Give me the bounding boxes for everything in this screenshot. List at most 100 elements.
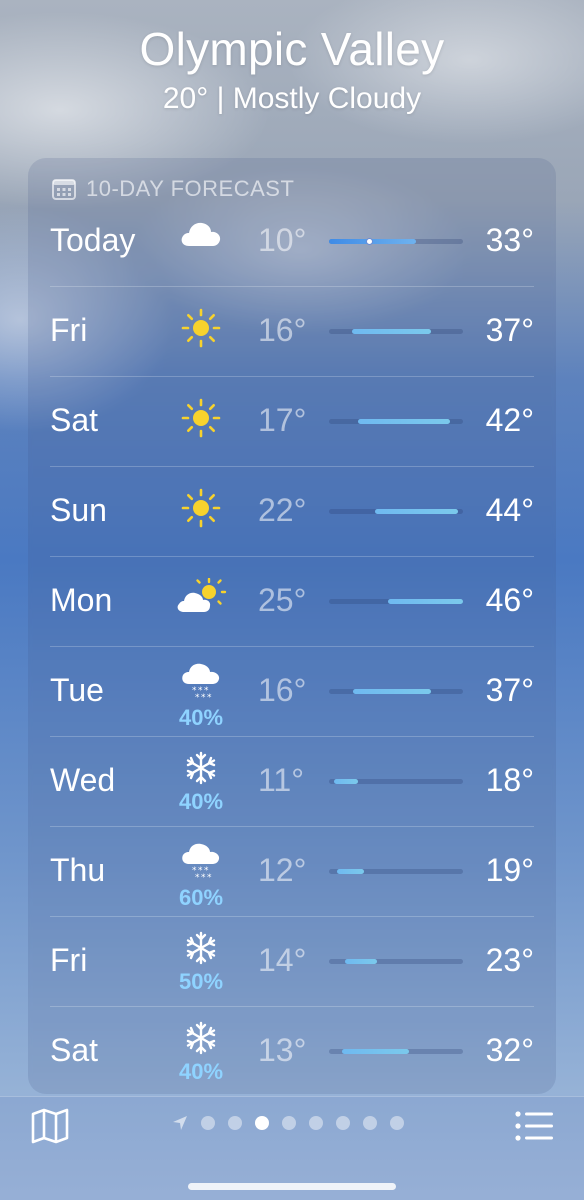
page-indicator[interactable] <box>172 1115 404 1131</box>
location-arrow-icon[interactable] <box>172 1115 188 1131</box>
temp-range-fill <box>342 1049 410 1054</box>
svg-text:*: * <box>207 693 212 702</box>
temp-range-fill <box>351 329 431 334</box>
forecast-row[interactable]: Wed 40% 11° 18° <box>28 736 556 826</box>
svg-text:*: * <box>207 873 212 882</box>
weather-icon-wrap: 40% <box>176 750 226 814</box>
low-temp: 10° <box>258 222 307 258</box>
page-dot[interactable] <box>201 1116 215 1130</box>
weather-icon-wrap <box>176 308 226 368</box>
forecast-day-label: Wed <box>50 762 116 798</box>
low-temp: 16° <box>258 672 307 708</box>
page-dot[interactable] <box>363 1116 377 1130</box>
forecast-rows: Today 10° 33° Fri 16° 37° Sat 17° 42° Sun 22° 44° Mo… <box>28 196 556 1096</box>
forecast-day-label: Fri <box>50 942 88 978</box>
temp-range-bar <box>329 1049 463 1054</box>
forecast-row[interactable]: Tue * * * * * * 40% 16° 37° <box>28 646 556 736</box>
precipitation-chance: 50% <box>178 969 224 994</box>
high-temp: 32° <box>485 1032 534 1068</box>
snow-cloud-icon: * * * * * * <box>179 660 223 707</box>
svg-text:*: * <box>195 693 200 702</box>
temp-range-bar <box>329 689 463 694</box>
sun-icon <box>181 308 221 353</box>
forecast-day-label: Mon <box>50 582 113 618</box>
forecast-day-label: Fri <box>50 312 88 348</box>
temp-range-fill <box>334 779 359 784</box>
high-temp: 33° <box>485 222 534 258</box>
forecast-day-label: Sat <box>50 402 99 438</box>
forecast-row[interactable]: Thu * * * * * * 60% 12° 19° <box>28 826 556 916</box>
forecast-day-label: Tue <box>50 672 104 708</box>
precipitation-chance: 40% <box>178 1059 224 1084</box>
sun-icon <box>181 398 221 443</box>
forecast-day-label: Today <box>50 222 136 258</box>
high-temp: 18° <box>485 762 534 798</box>
weather-icon-wrap: * * * * * * 60% <box>176 840 226 910</box>
page-dot[interactable] <box>309 1116 323 1130</box>
precipitation-chance: 40% <box>178 789 224 814</box>
forecast-day-label: Thu <box>50 852 106 888</box>
weather-icon-wrap <box>176 218 226 278</box>
weather-icon-wrap <box>176 488 226 548</box>
high-temp: 46° <box>485 582 534 618</box>
low-temp: 25° <box>258 582 307 618</box>
forecast-row[interactable]: Mon 25° 46° <box>28 556 556 646</box>
weather-icon-wrap: 50% <box>176 930 226 994</box>
temp-range-fill <box>387 599 463 604</box>
snowflake-icon <box>183 750 219 791</box>
forecast-day-label: Sun <box>50 492 107 528</box>
page-dot[interactable] <box>282 1116 296 1130</box>
svg-text:*: * <box>201 693 206 702</box>
forecast-day-label: Sat <box>50 1032 99 1068</box>
page-dot[interactable] <box>390 1116 404 1130</box>
page-dot[interactable] <box>336 1116 350 1130</box>
low-temp: 13° <box>258 1032 307 1068</box>
temp-range-bar <box>329 959 463 964</box>
temp-range-fill <box>374 509 458 514</box>
sun-icon <box>181 488 221 533</box>
weather-icon-wrap: * * * * * * 40% <box>176 660 226 730</box>
forecast-row[interactable]: Sat 17° 42° <box>28 376 556 466</box>
list-icon[interactable] <box>514 1109 554 1143</box>
weather-icon-wrap <box>176 398 226 458</box>
low-temp: 17° <box>258 402 307 438</box>
temp-range-fill <box>345 959 378 964</box>
forecast-row[interactable]: Today 10° 33° <box>28 196 556 286</box>
temp-range-fill <box>337 869 364 874</box>
cloud-icon <box>178 218 224 253</box>
forecast-row[interactable]: Fri 50% 14° 23° <box>28 916 556 1006</box>
high-temp: 37° <box>485 312 534 348</box>
temp-range-fill <box>353 689 431 694</box>
temp-range-bar <box>329 329 463 334</box>
partly-sunny-icon <box>175 577 227 619</box>
forecast-row[interactable]: Fri 16° 37° <box>28 286 556 376</box>
high-temp: 23° <box>485 942 534 978</box>
temp-range-bar <box>329 599 463 604</box>
snowflake-icon <box>183 1020 219 1061</box>
home-indicator[interactable] <box>188 1183 396 1190</box>
forecast-row[interactable]: Sat 40% 13° 32° <box>28 1006 556 1096</box>
high-temp: 19° <box>485 852 534 888</box>
temp-range-fill <box>358 419 450 424</box>
low-temp: 12° <box>258 852 307 888</box>
high-temp: 37° <box>485 672 534 708</box>
weather-icon-wrap <box>175 577 227 638</box>
page-dot[interactable] <box>255 1116 269 1130</box>
temp-range-bar <box>329 869 463 874</box>
high-temp: 44° <box>485 492 534 528</box>
svg-text:*: * <box>201 873 206 882</box>
low-temp: 14° <box>258 942 307 978</box>
svg-text:*: * <box>195 873 200 882</box>
temp-range-bar <box>329 419 463 424</box>
page-dot[interactable] <box>228 1116 242 1130</box>
map-icon[interactable] <box>30 1107 70 1145</box>
ten-day-forecast-card[interactable]: 10-DAY FORECAST Today 10° 33° Fri 16° 37° Sat 1… <box>28 158 556 1094</box>
low-temp: 22° <box>258 492 307 528</box>
precipitation-chance: 60% <box>178 885 224 910</box>
snow-cloud-icon: * * * * * * <box>179 840 223 887</box>
forecast-row[interactable]: Sun 22° 44° <box>28 466 556 556</box>
low-temp: 11° <box>258 762 305 798</box>
current-conditions: 20° | Mostly Cloudy <box>162 82 422 115</box>
weather-icon-wrap: 40% <box>176 1020 226 1084</box>
snowflake-icon <box>183 930 219 971</box>
